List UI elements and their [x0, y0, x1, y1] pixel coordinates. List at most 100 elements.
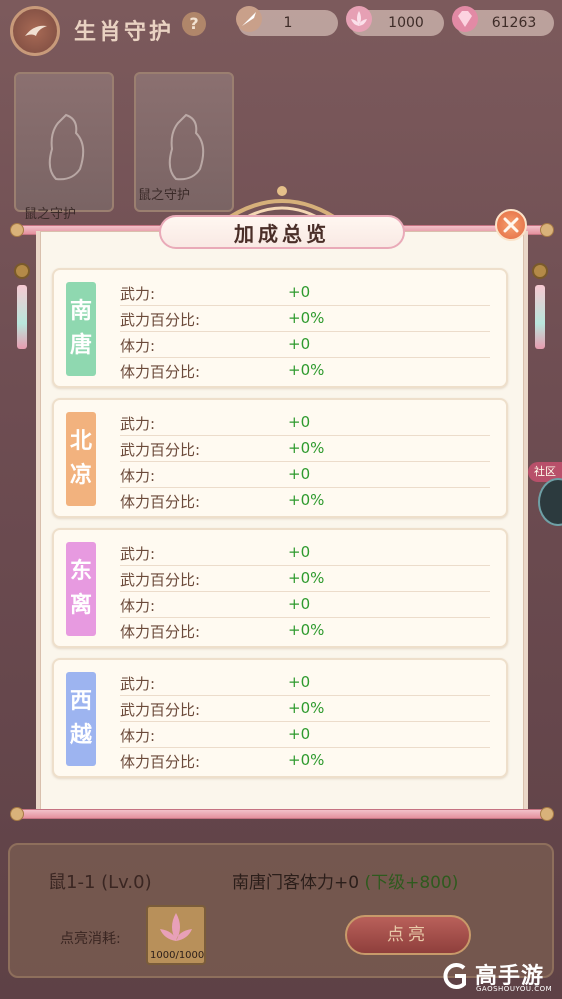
stat-label: 武力百分比: — [120, 441, 201, 459]
faction-name-char: 凉 — [69, 462, 92, 488]
rat-icon — [48, 113, 85, 181]
stat-value: +0 — [288, 335, 311, 353]
faction-name-char: 越 — [69, 722, 92, 748]
stat-label: 武力: — [120, 675, 156, 693]
stat-row: 武力百分比: +0% — [120, 566, 490, 592]
faction-tag: 南 唐 — [66, 282, 96, 376]
node-description: 南唐门客体力+0 (下级+800) — [232, 868, 458, 893]
stat-label: 体力: — [120, 727, 156, 745]
stat-label: 武力百分比: — [120, 571, 201, 589]
coin-icon — [532, 263, 548, 279]
stat-label: 体力百分比: — [120, 623, 201, 641]
faction-tag: 西 越 — [66, 672, 96, 766]
resource-value: 1 — [283, 15, 293, 31]
stat-label: 体力: — [120, 597, 156, 615]
bonus-overview-modal: 加成总览 南 唐 武力: +0 武力百分比: +0% 体力: +0 体力百分比: +0%… — [10, 185, 554, 825]
rat-icon — [168, 113, 205, 181]
rod-knob — [540, 807, 554, 821]
modal-title: 加成总览 — [234, 222, 330, 246]
faction-name-char: 西 — [69, 688, 92, 714]
stat-value: +0% — [288, 309, 325, 327]
faction-card-nantang: 南 唐 武力: +0 武力百分比: +0% 体力: +0 体力百分比: +0% — [52, 268, 508, 388]
cost-count: 1000/1000 — [150, 950, 205, 961]
stat-label: 武力: — [120, 415, 156, 433]
close-button[interactable] — [495, 209, 527, 241]
resource-value: 61263 — [491, 15, 537, 31]
faction-card-xiyue: 西 越 武力: +0 武力百分比: +0% 体力: +0 体力百分比: +0% — [52, 658, 508, 778]
lotus-icon — [346, 6, 372, 32]
stat-row: 体力百分比: +0% — [120, 358, 490, 384]
faction-name-char: 南 — [69, 298, 92, 324]
stat-row: 武力百分比: +0% — [120, 696, 490, 722]
page-title: 生肖守护 — [74, 19, 175, 45]
stat-label: 体力百分比: — [120, 363, 201, 381]
stat-row: 武力: +0 — [120, 670, 490, 696]
stat-value: +0% — [288, 621, 325, 639]
coin-icon — [14, 263, 30, 279]
stat-row: 体力: +0 — [120, 722, 490, 748]
stat-row: 体力: +0 — [120, 592, 490, 618]
rod-knob — [540, 223, 554, 237]
faction-name-char: 唐 — [69, 332, 92, 358]
stat-value: +0% — [288, 439, 325, 457]
light-up-button[interactable]: 点亮 — [345, 915, 471, 955]
stat-row: 体力百分比: +0% — [120, 618, 490, 644]
scroll-rod-bottom — [14, 809, 550, 819]
stat-value: +0 — [288, 283, 311, 301]
close-icon — [503, 217, 519, 233]
faction-card-beiliang: 北 凉 武力: +0 武力百分比: +0% 体力: +0 体力百分比: +0% — [52, 398, 508, 518]
stat-row: 体力百分比: +0% — [120, 488, 490, 514]
tassel — [17, 285, 27, 349]
rod-knob — [10, 807, 24, 821]
stat-row: 武力百分比: +0% — [120, 306, 490, 332]
stat-value: +0 — [288, 673, 311, 691]
stat-label: 体力: — [120, 467, 156, 485]
node-name: 鼠1-1 (Lv.0) — [48, 872, 152, 893]
stat-value: +0 — [288, 413, 311, 431]
stat-label: 武力百分比: — [120, 311, 201, 329]
quill-icon — [236, 6, 262, 32]
faction-tag: 东 离 — [66, 542, 96, 636]
watermark-url: GAOSHOUYOU.COM — [476, 985, 553, 993]
stat-label: 武力百分比: — [120, 701, 201, 719]
help-icon[interactable]: ? — [182, 12, 206, 36]
stat-label: 武力: — [120, 285, 156, 303]
stat-value: +0 — [288, 725, 311, 743]
watermark-logo-icon — [443, 963, 466, 989]
rod-knob — [10, 223, 24, 237]
stat-value: +0% — [288, 699, 325, 717]
stat-value: +0% — [288, 361, 325, 379]
faction-card-dongli: 东 离 武力: +0 武力百分比: +0% 体力: +0 体力百分比: +0% — [52, 528, 508, 648]
stat-value: +0 — [288, 543, 311, 561]
faction-name-char: 北 — [69, 428, 92, 454]
stat-row: 武力: +0 — [120, 410, 490, 436]
stat-value: +0 — [288, 465, 311, 483]
stat-row: 体力: +0 — [120, 332, 490, 358]
lotus-icon — [160, 913, 192, 941]
faction-name-char: 东 — [69, 558, 92, 584]
gem-icon — [452, 6, 478, 32]
stat-row: 武力百分比: +0% — [120, 436, 490, 462]
stat-row: 体力百分比: +0% — [120, 748, 490, 774]
cost-label: 点亮消耗: — [60, 931, 121, 947]
resource-value: 1000 — [388, 15, 424, 31]
stat-value: +0 — [288, 595, 311, 613]
back-button[interactable] — [10, 6, 60, 56]
stat-row: 体力: +0 — [120, 462, 490, 488]
next-level-bonus: (下级+800) — [364, 873, 459, 893]
faction-tag: 北 凉 — [66, 412, 96, 506]
crane-icon — [25, 25, 47, 36]
stat-label: 武力: — [120, 545, 156, 563]
node-bonus: 南唐门客体力+0 — [232, 873, 365, 893]
stat-row: 武力: +0 — [120, 540, 490, 566]
stat-label: 体力: — [120, 337, 156, 355]
tassel — [535, 285, 545, 349]
stat-value: +0% — [288, 491, 325, 509]
top-bar: 生肖守护 ? 1 1000 61263 — [0, 0, 562, 60]
stat-value: +0% — [288, 751, 325, 769]
faction-name-char: 离 — [69, 592, 92, 618]
stat-row: 武力: +0 — [120, 280, 490, 306]
stat-value: +0% — [288, 569, 325, 587]
stat-label: 体力百分比: — [120, 493, 201, 511]
bottom-panel — [8, 843, 554, 978]
